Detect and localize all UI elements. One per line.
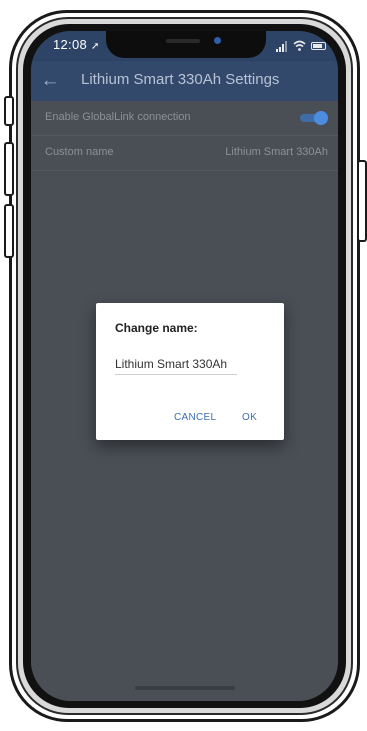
notch <box>106 31 266 58</box>
app-bar: ← Lithium Smart 330Ah Settings <box>31 61 338 101</box>
dialog-title: Change name: <box>115 321 198 335</box>
volume-down-button <box>4 204 14 258</box>
ok-button[interactable]: OK <box>242 412 257 423</box>
status-time: 12:08 ➚ <box>53 37 100 52</box>
setting-label: Enable GlobalLink connection <box>45 111 191 123</box>
power-button <box>357 160 367 242</box>
setting-label: Custom name <box>45 146 114 158</box>
page-title: Lithium Smart 330Ah Settings <box>81 71 280 88</box>
speaker-grille <box>166 39 200 43</box>
setting-row-custom-name[interactable]: Custom name Lithium Smart 330Ah <box>31 136 338 171</box>
cancel-button[interactable]: CANCEL <box>174 412 216 423</box>
signal-icon <box>276 41 290 52</box>
status-bar: 12:08 ➚ <box>31 31 338 61</box>
setting-row-globallink[interactable]: Enable GlobalLink connection <box>31 101 338 136</box>
settings-list: Enable GlobalLink connection Custom name… <box>31 101 338 701</box>
location-arrow-icon: ➚ <box>90 41 100 52</box>
phone-screen: 12:08 ➚ ← Lithium Smart 330Ah Settings E… <box>31 31 338 701</box>
wifi-icon <box>293 40 306 51</box>
change-name-dialog: Change name: CANCEL OK <box>96 303 284 440</box>
name-input[interactable] <box>115 354 237 375</box>
toggle-thumb <box>314 111 328 125</box>
home-indicator <box>135 686 235 690</box>
setting-value: Lithium Smart 330Ah <box>225 146 328 158</box>
front-camera <box>214 37 221 44</box>
battery-icon <box>311 42 326 50</box>
globallink-toggle[interactable] <box>300 111 328 125</box>
volume-up-button <box>4 142 14 196</box>
back-arrow-icon[interactable]: ← <box>39 70 61 92</box>
silent-switch <box>4 96 14 126</box>
